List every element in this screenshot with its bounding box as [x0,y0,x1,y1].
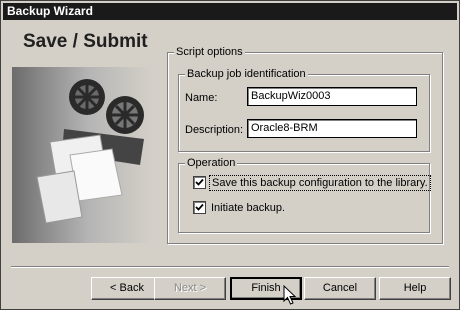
check-icon [195,203,204,211]
save-config-label: Save this backup configuration to the li… [209,174,431,191]
name-field[interactable]: BackupWiz0003 [247,87,417,106]
page-heading: Save / Submit [23,31,148,52]
check-icon [195,178,204,186]
name-label: Name: [185,92,218,104]
script-options-legend: Script options [174,46,245,58]
description-field[interactable]: Oracle8-BRM [247,119,417,138]
window-title: Backup Wizard [3,3,457,20]
save-config-checkbox[interactable] [193,176,206,189]
button-separator [11,266,449,268]
backup-wizard-window: Backup Wizard Save / Submit Script optio… [0,0,460,310]
operation-legend: Operation [185,157,238,169]
job-identification-legend: Backup job identification [185,68,308,80]
backup-job-identification-group: Backup job identification Name: BackupWi… [178,68,430,152]
script-options-group: Script options Backup job identification… [167,46,443,244]
save-config-option[interactable]: Save this backup configuration to the li… [193,174,431,191]
description-label: Description: [185,124,244,136]
initiate-backup-option[interactable]: Initiate backup. [193,201,285,214]
help-button[interactable]: Help [379,277,451,300]
operation-group: Operation Save this backup configuration… [178,157,431,233]
next-button[interactable]: Next > [154,277,226,300]
back-button[interactable]: < Back [91,277,163,300]
pointer-cursor-icon [283,285,297,305]
wizard-illustration [12,67,152,243]
initiate-backup-label: Initiate backup. [211,201,285,214]
initiate-backup-checkbox[interactable] [193,201,206,214]
gears-documents-illustration-icon [36,79,144,224]
cancel-button[interactable]: Cancel [304,277,376,300]
